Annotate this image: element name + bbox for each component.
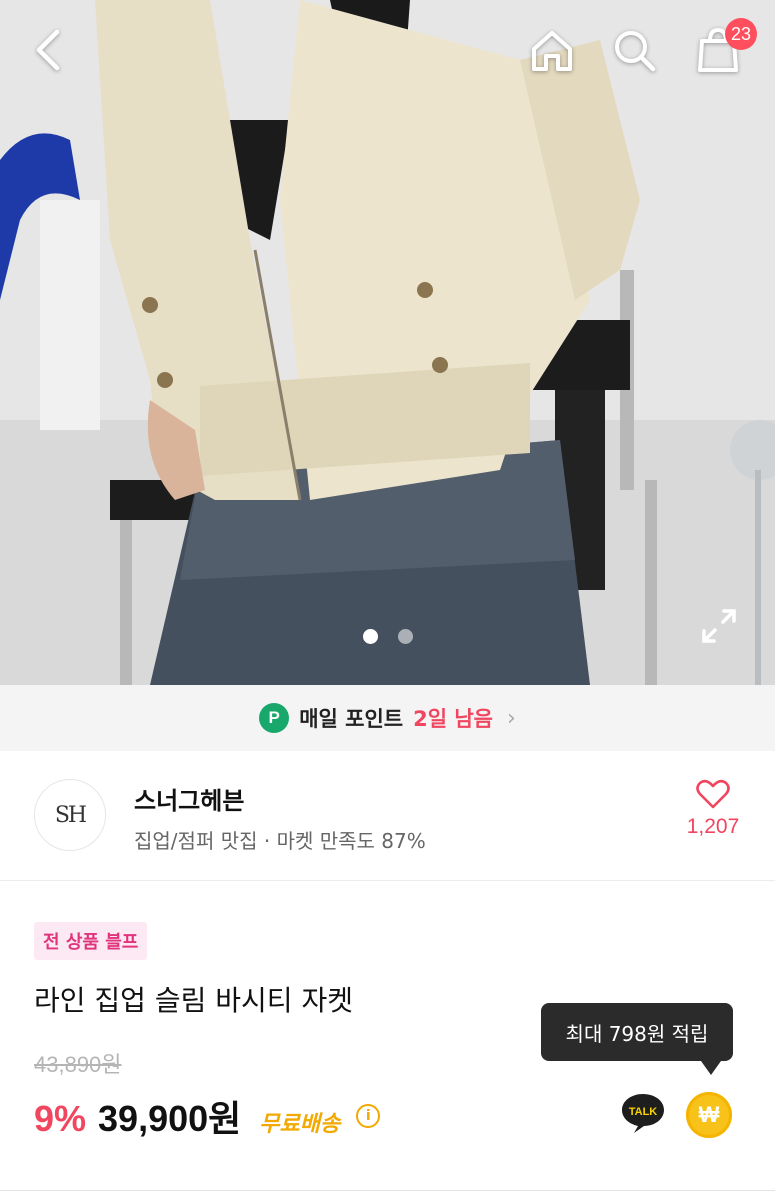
talk-label: TALK xyxy=(629,1106,658,1118)
product-title: 라인 집업 슬림 바시티 자켓 xyxy=(34,984,353,1017)
info-icon[interactable]: i xyxy=(356,1104,381,1128)
search-icon xyxy=(615,31,656,72)
product-image-gallery[interactable]: 23 xyxy=(0,0,775,685)
expand-icon[interactable] xyxy=(700,607,738,645)
shop-info: SH 스너그헤븐 집업/점퍼 맛집 · 마켓 만족도 87% 1,207 xyxy=(0,751,775,881)
kakao-talk-button[interactable]: TALK xyxy=(620,1091,666,1135)
shop-subtitle: 집업/점퍼 맛집 · 마켓 만족도 87% xyxy=(134,829,426,853)
divider xyxy=(0,1190,775,1191)
daily-points-banner[interactable]: P 매일 포인트 2일 남음 › xyxy=(0,685,775,751)
favorite-count: 1,207 xyxy=(686,815,740,838)
search-button[interactable] xyxy=(606,22,662,78)
chevron-right-icon: › xyxy=(507,705,516,731)
price-row: 9% 39,900원 무료배송 i xyxy=(34,1090,381,1142)
promo-badge: 전 상품 블프 xyxy=(34,922,148,960)
reward-coin-button[interactable]: ₩ xyxy=(686,1092,732,1138)
reward-tooltip: 최대 798원 적립 xyxy=(541,1003,733,1075)
gallery-dot-2[interactable] xyxy=(397,629,413,644)
home-icon xyxy=(532,31,572,71)
points-label: 매일 포인트 xyxy=(299,707,404,731)
won-icon: ₩ xyxy=(698,1102,720,1127)
points-remaining: 2일 남음 xyxy=(413,707,493,731)
chevron-left-icon xyxy=(36,29,60,71)
gallery-dot-1[interactable] xyxy=(362,629,378,644)
back-button[interactable] xyxy=(20,22,76,78)
shop-name[interactable]: 스너그헤븐 xyxy=(134,781,244,816)
gallery-pagination xyxy=(0,629,775,644)
product-photo xyxy=(0,0,775,685)
points-icon: P xyxy=(259,703,290,733)
home-button[interactable] xyxy=(524,22,580,78)
free-shipping-label: 무료배송 xyxy=(259,1112,341,1137)
sale-price: 39,900원 xyxy=(98,1098,242,1139)
cart-count-badge: 23 xyxy=(725,18,758,50)
heart-icon xyxy=(696,779,730,809)
top-navigation-bar: 23 xyxy=(0,0,775,100)
shop-logo[interactable]: SH xyxy=(34,779,106,851)
discount-rate: 9% xyxy=(34,1098,87,1139)
original-price: 43,890원 xyxy=(34,1052,122,1077)
shop-logo-text: SH xyxy=(54,802,87,828)
favorite-shop-button[interactable]: 1,207 xyxy=(678,779,748,839)
